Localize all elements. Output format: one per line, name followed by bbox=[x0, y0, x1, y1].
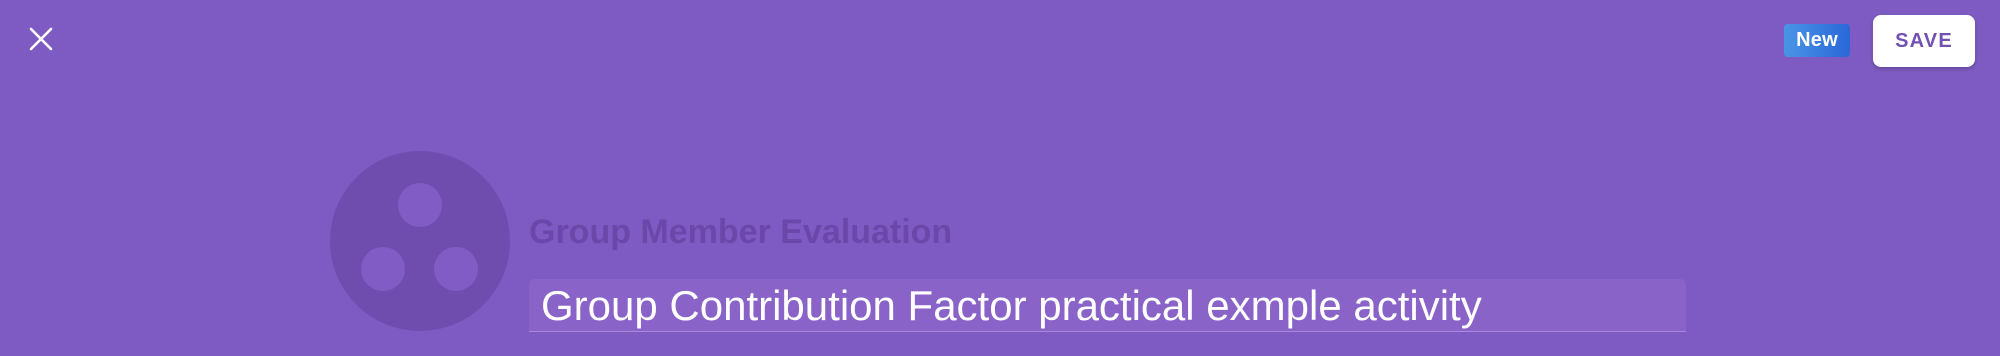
activity-title-input[interactable]: Group Contribution Factor practical exmp… bbox=[529, 279, 1686, 332]
activity-type-label: Group Member Evaluation bbox=[529, 213, 953, 251]
group-icon bbox=[330, 151, 510, 331]
save-button[interactable]: SAVE bbox=[1873, 15, 1975, 67]
new-badge: New bbox=[1784, 24, 1850, 57]
close-icon bbox=[28, 26, 54, 57]
close-button[interactable] bbox=[18, 18, 64, 64]
